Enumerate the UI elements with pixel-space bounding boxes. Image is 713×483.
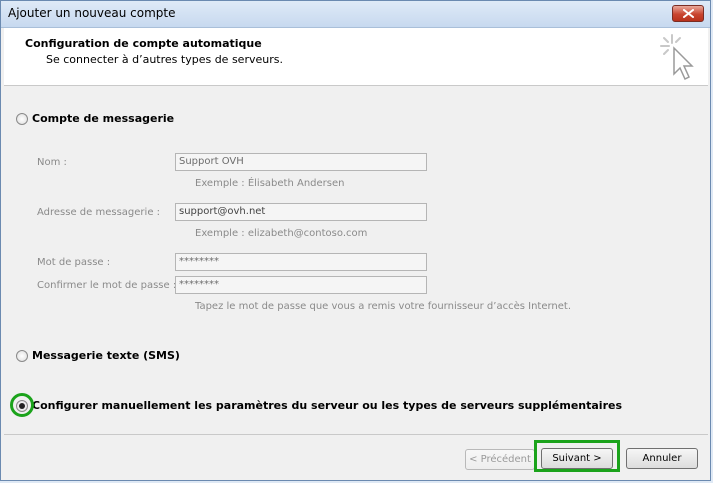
email-account-label: Compte de messagerie: [32, 112, 175, 125]
footer-separator: [4, 434, 708, 435]
header-title: Configuration de compte automatique: [25, 37, 262, 50]
previous-button[interactable]: < Précédent: [465, 449, 535, 470]
highlight-circle: [10, 393, 34, 417]
email-example: Exemple : elizabeth@contoso.com: [195, 228, 368, 239]
next-button-highlight: [534, 440, 620, 472]
password-field[interactable]: ********: [175, 253, 427, 271]
password-hint: Tapez le mot de passe que vous a remis v…: [195, 301, 572, 312]
confirm-password-field[interactable]: ********: [175, 276, 427, 294]
header-subtitle: Se connecter à d’autres types de serveur…: [46, 53, 283, 66]
cancel-button[interactable]: Annuler: [626, 448, 698, 469]
sms-radio[interactable]: [16, 349, 28, 362]
name-label: Nom :: [37, 157, 67, 168]
manual-label: Configurer manuellement les paramètres d…: [32, 399, 623, 412]
password-label: Mot de passe :: [37, 257, 111, 268]
close-icon: [683, 9, 694, 18]
option-email-account[interactable]: Compte de messagerie: [16, 112, 174, 125]
wizard-cursor-icon: [660, 34, 694, 81]
wizard-header: Configuration de compte automatique Se c…: [4, 28, 708, 86]
email-account-radio[interactable]: [16, 112, 28, 125]
dialog-window: Ajouter un nouveau compte Configuration …: [0, 0, 711, 481]
title-bar[interactable]: Ajouter un nouveau compte: [1, 1, 710, 28]
email-field[interactable]: support@ovh.net: [175, 203, 427, 221]
name-example: Exemple : Élisabeth Andersen: [195, 178, 345, 189]
email-label: Adresse de messagerie :: [37, 207, 161, 218]
confirm-password-label: Confirmer le mot de passe :: [37, 280, 177, 291]
option-manual[interactable]: Configurer manuellement les paramètres d…: [16, 399, 622, 412]
window-title: Ajouter un nouveau compte: [8, 6, 176, 20]
name-field[interactable]: Support OVH: [175, 153, 427, 171]
option-sms[interactable]: Messagerie texte (SMS): [16, 349, 180, 362]
close-button[interactable]: [672, 5, 704, 22]
sms-label: Messagerie texte (SMS): [32, 349, 180, 362]
